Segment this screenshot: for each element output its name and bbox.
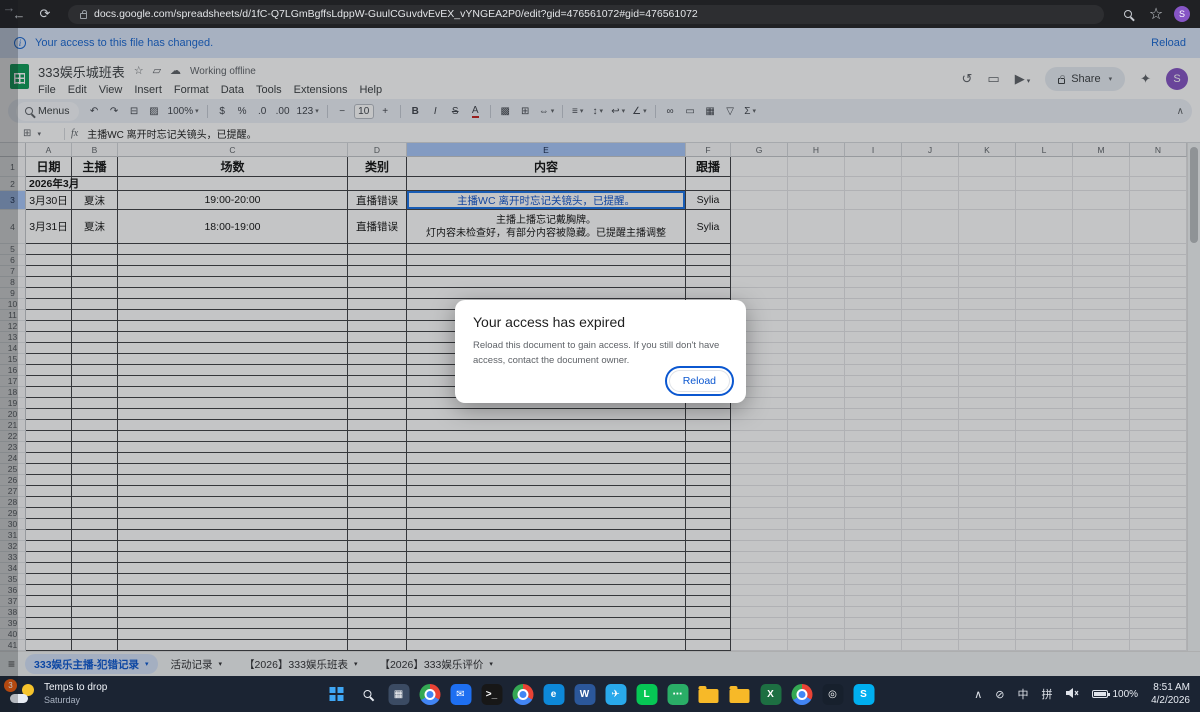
zoom-icon[interactable]	[1118, 10, 1138, 18]
word-icon[interactable]: W	[573, 682, 597, 706]
telegram-icon[interactable]: ✈	[604, 682, 628, 706]
browser-toolbar: ← → ⟳ docs.google.com/spreadsheets/d/1fC…	[0, 0, 1200, 28]
widgets-icon[interactable]: ▦	[387, 682, 411, 706]
tray-expand-icon[interactable]: ∧	[974, 688, 982, 701]
dialog-title: Your access has expired	[473, 314, 728, 330]
weather-headline: Temps to drop	[44, 682, 107, 695]
mail-icon[interactable]: ✉	[449, 682, 473, 706]
taskbar-center: ▦ ✉ >_ eW ✈ L ⋯ X ◎ S	[325, 682, 876, 706]
file-explorer-icon[interactable]	[728, 682, 752, 706]
weather-widget[interactable]: 3 Temps to drop Saturday	[10, 682, 107, 706]
windows-taskbar: 3 Temps to drop Saturday ▦ ✉ >_ eW ✈ L ⋯ X ◎ S ∧ …	[0, 676, 1200, 712]
system-tray: ∧ ⊘ 中 拼 100% 8:51 AM 4/2/2026	[974, 681, 1190, 707]
do-not-disturb-icon[interactable]: ⊘	[995, 688, 1004, 701]
chrome-profile-icon[interactable]	[418, 682, 442, 706]
reload-page-icon[interactable]: ⟳	[36, 6, 54, 22]
ime-indicator[interactable]: 拼	[1041, 686, 1052, 702]
screen: ← → ⟳ docs.google.com/spreadsheets/d/1fC…	[0, 0, 1200, 712]
edge-icon[interactable]: e	[542, 682, 566, 706]
battery-indicator[interactable]: 100%	[1092, 689, 1138, 700]
page: i Your access to this file has changed. …	[0, 28, 1200, 676]
bookmark-star-icon[interactable]: ☆	[1146, 4, 1166, 24]
dialog-body: Reload this document to gain access. If …	[473, 339, 725, 368]
clock-time: 8:51 AM	[1151, 681, 1190, 694]
weather-subline: Saturday	[44, 695, 107, 706]
start-button-icon[interactable]	[325, 682, 349, 706]
browser-avatar[interactable]: S	[1174, 6, 1190, 22]
address-bar[interactable]: docs.google.com/spreadsheets/d/1fC-Q7LGm…	[68, 5, 1104, 24]
line-icon[interactable]: L	[635, 682, 659, 706]
dialog-reload-button[interactable]: Reload	[669, 370, 730, 392]
language-indicator[interactable]: 中	[1017, 686, 1028, 702]
access-expired-dialog: Your access has expired Reload this docu…	[455, 300, 746, 403]
battery-percent: 100%	[1112, 689, 1138, 700]
excel-icon[interactable]: X	[759, 682, 783, 706]
files-folder-icon[interactable]	[697, 682, 721, 706]
steam-icon[interactable]: ◎	[821, 682, 845, 706]
taskbar-search-icon[interactable]	[356, 682, 380, 706]
skype-icon[interactable]: S	[852, 682, 876, 706]
chrome-canary-icon[interactable]	[790, 682, 814, 706]
battery-icon	[1092, 690, 1108, 698]
url-text[interactable]: docs.google.com/spreadsheets/d/1fC-Q7LGm…	[94, 8, 698, 20]
clock-date: 4/2/2026	[1151, 694, 1190, 707]
taskbar-clock[interactable]: 8:51 AM 4/2/2026	[1151, 681, 1190, 707]
volume-muted-icon[interactable]	[1065, 687, 1079, 702]
chrome-icon[interactable]	[511, 682, 535, 706]
terminal-icon[interactable]: >_	[480, 682, 504, 706]
lock-icon	[80, 13, 87, 19]
wechat-icon[interactable]: ⋯	[666, 682, 690, 706]
